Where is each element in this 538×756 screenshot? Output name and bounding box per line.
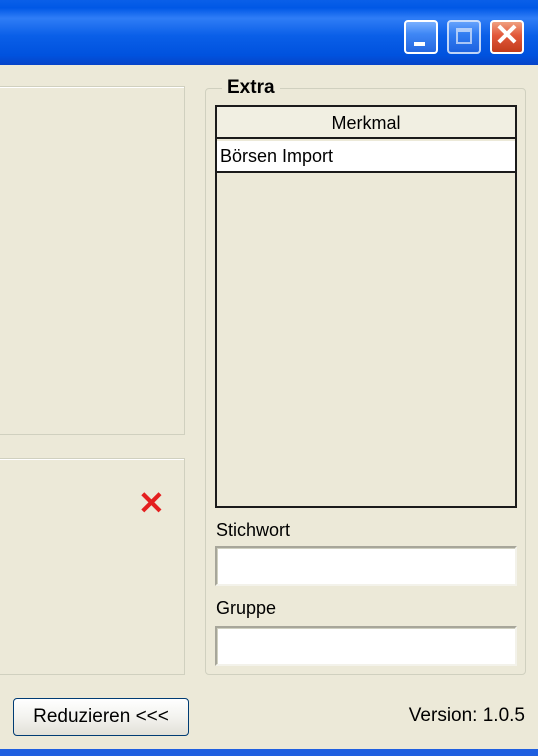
close-button[interactable]: ✕ [490, 19, 524, 54]
maximize-button[interactable] [447, 20, 481, 54]
merkmal-list[interactable]: Merkmal Börsen Import [215, 105, 517, 508]
stichwort-input[interactable] [215, 546, 517, 586]
gruppe-input[interactable] [215, 626, 517, 666]
merkmal-column-header[interactable]: Merkmal [217, 107, 515, 139]
title-bar: ✕ [0, 0, 538, 65]
extra-group-title: Extra [222, 77, 280, 99]
left-upper-panel [0, 86, 185, 435]
close-icon: ✕ [494, 19, 520, 52]
maximize-icon [456, 28, 472, 44]
minimize-icon [414, 42, 425, 46]
red-x-icon[interactable]: ✕ [138, 487, 165, 519]
gruppe-label: Gruppe [216, 598, 277, 618]
reduzieren-button[interactable]: Reduzieren <<< [13, 698, 189, 736]
list-item[interactable]: Börsen Import [217, 141, 515, 173]
version-label: Version: 1.0.5 [408, 705, 525, 726]
bottom-edge [0, 749, 538, 756]
stichwort-label: Stichwort [216, 520, 291, 540]
minimize-button[interactable] [404, 20, 438, 54]
